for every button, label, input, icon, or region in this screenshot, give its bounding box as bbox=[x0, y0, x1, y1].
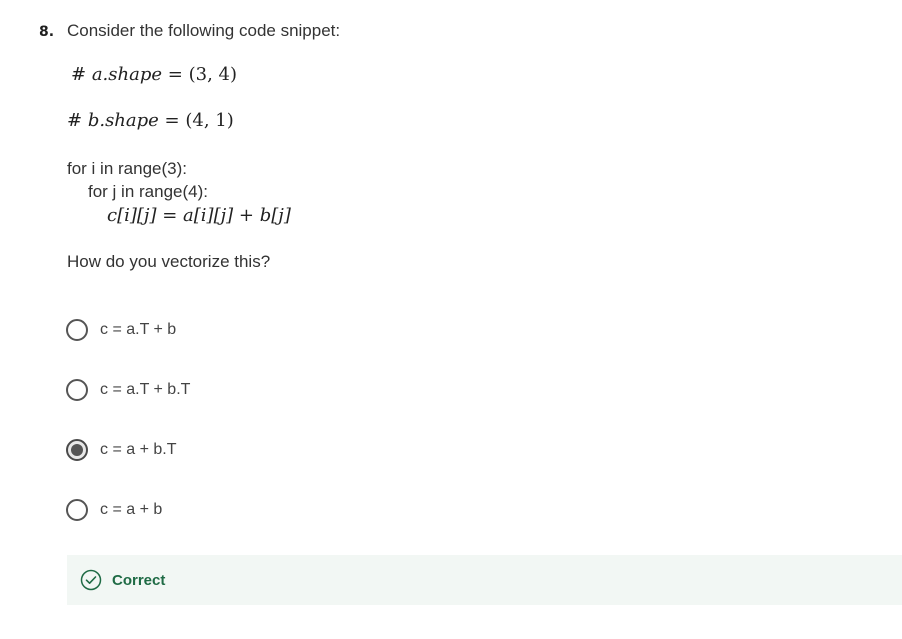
code-inner-statement: c[i][j] = a[i][j] + b[j] bbox=[107, 205, 291, 226]
option-label: c = a.T + b.T bbox=[100, 381, 191, 398]
radio-button[interactable] bbox=[66, 499, 88, 521]
option-label: c = a + b bbox=[100, 501, 163, 518]
option-4[interactable]: c = a + b bbox=[66, 498, 190, 522]
answer-options: c = a.T + b c = a.T + b.T c = a + b.T c … bbox=[66, 318, 190, 558]
math-rhs: (3, 4) bbox=[188, 64, 237, 85]
option-label: c = a.T + b bbox=[100, 321, 177, 338]
hash-symbol: # bbox=[67, 110, 83, 131]
option-1[interactable]: c = a.T + b bbox=[66, 318, 190, 342]
check-circle-icon bbox=[80, 569, 102, 591]
question-number: 8. bbox=[39, 24, 55, 40]
math-equals: = bbox=[164, 110, 180, 131]
math-lhs: a.shape bbox=[91, 64, 163, 85]
question-ask: How do you vectorize this? bbox=[67, 252, 271, 271]
radio-button-selected[interactable] bbox=[66, 439, 88, 461]
math-line-a-shape: # a.shape = (3, 4) bbox=[71, 64, 237, 85]
feedback-status: Correct bbox=[112, 571, 166, 589]
math-equals: = bbox=[167, 64, 183, 85]
option-label: c = a + b.T bbox=[100, 441, 177, 458]
code-outer-loop: for i in range(3): bbox=[67, 159, 187, 178]
option-2[interactable]: c = a.T + b.T bbox=[66, 378, 190, 402]
question-prompt: Consider the following code snippet: bbox=[67, 21, 341, 40]
math-lhs: b.shape bbox=[87, 110, 159, 131]
radio-dot bbox=[71, 444, 83, 456]
radio-button[interactable] bbox=[66, 319, 88, 341]
feedback-banner: Correct bbox=[67, 555, 902, 605]
hash-symbol: # bbox=[71, 64, 87, 85]
code-inner-loop: for j in range(4): bbox=[88, 182, 208, 201]
math-rhs: (4, 1) bbox=[185, 110, 234, 131]
option-3[interactable]: c = a + b.T bbox=[66, 438, 190, 462]
radio-button[interactable] bbox=[66, 379, 88, 401]
math-line-b-shape: # b.shape = (4, 1) bbox=[67, 110, 234, 131]
